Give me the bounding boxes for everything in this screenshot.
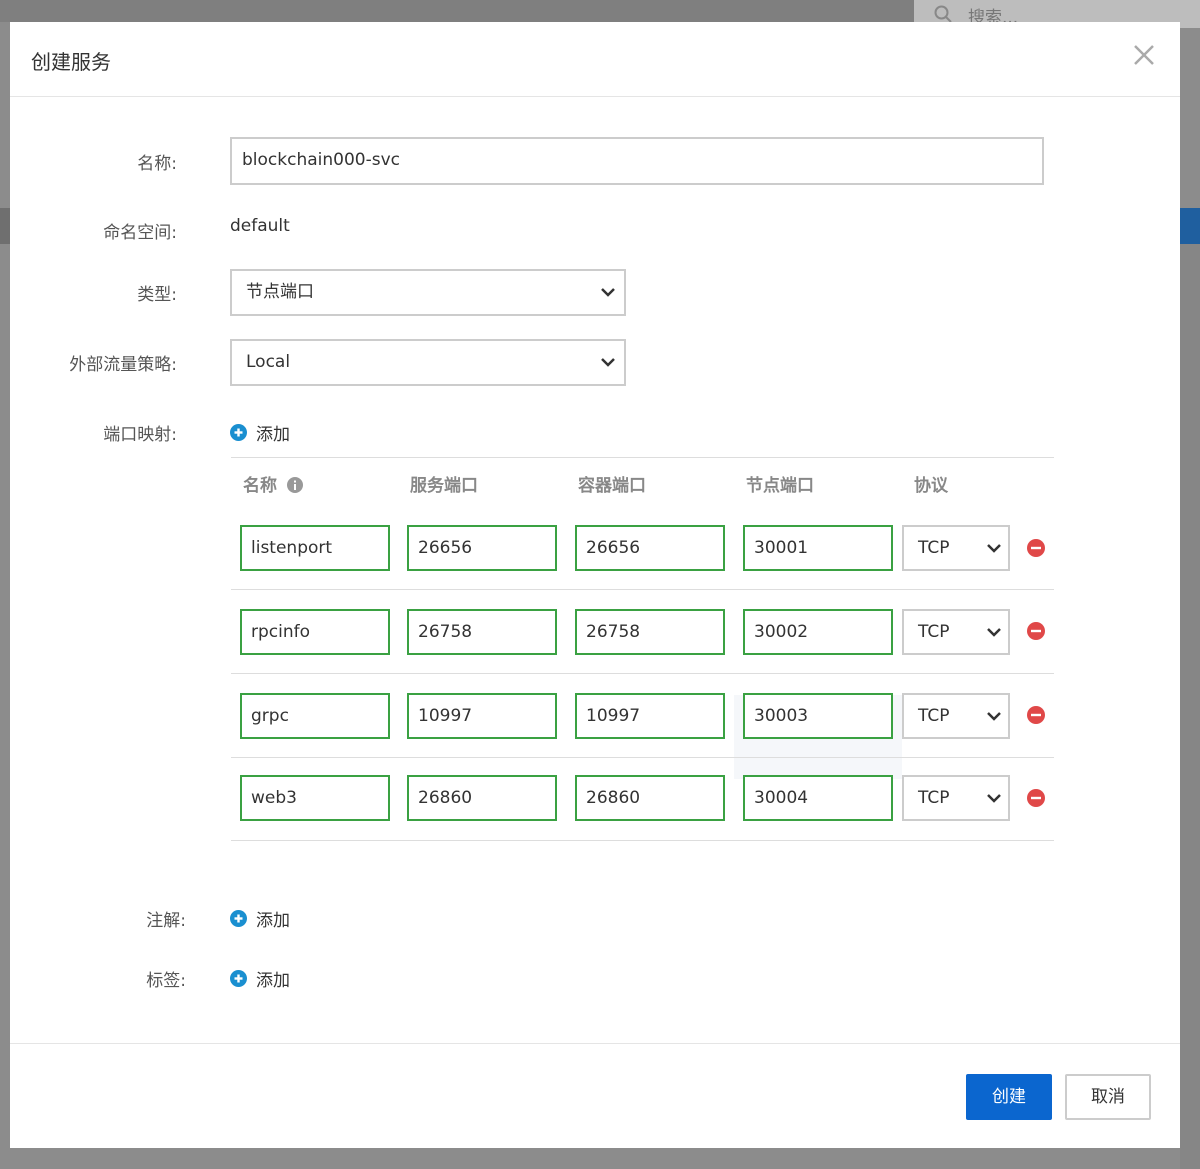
- name-label: 名称:: [137, 154, 177, 174]
- info-icon[interactable]: [286, 477, 303, 493]
- container-port-input[interactable]: 26656: [575, 525, 725, 571]
- traffic-policy-label: 外部流量策略:: [69, 355, 177, 375]
- dialog-title: 创建服务: [31, 50, 111, 74]
- chevron-down-icon: [601, 358, 615, 367]
- chevron-down-icon: [601, 288, 615, 297]
- node-port-input[interactable]: 30002: [743, 609, 893, 655]
- service-port-input[interactable]: 26860: [407, 775, 557, 821]
- protocol-select[interactable]: TCP: [902, 525, 1010, 571]
- name-input[interactable]: blockchain000-svc: [230, 137, 1044, 185]
- plus-circle-icon: [230, 970, 247, 987]
- container-port-input[interactable]: 26860: [575, 775, 725, 821]
- header-container-port: 容器端口: [578, 476, 646, 496]
- background-right-strip: [1180, 208, 1200, 244]
- service-port-input[interactable]: 26656: [407, 525, 557, 571]
- tags-label: 标签:: [146, 971, 186, 991]
- annotations-label: 注解:: [146, 911, 186, 931]
- remove-row-icon[interactable]: [1027, 622, 1045, 640]
- port-mapping-label: 端口映射:: [103, 425, 177, 445]
- plus-circle-icon: [230, 910, 247, 927]
- protocol-select[interactable]: TCP: [902, 693, 1010, 739]
- create-button[interactable]: 创建: [966, 1074, 1052, 1120]
- port-name-input[interactable]: web3: [240, 775, 390, 821]
- chevron-down-icon: [987, 628, 1001, 637]
- background-right-panel: [1180, 244, 1200, 1169]
- node-port-input[interactable]: 30003: [743, 693, 893, 739]
- close-icon[interactable]: [1131, 42, 1157, 68]
- protocol-select[interactable]: TCP: [902, 609, 1010, 655]
- type-select[interactable]: 节点端口: [230, 269, 626, 316]
- protocol-value: TCP: [918, 788, 950, 808]
- dialog-footer: 创建 取消: [10, 1043, 1180, 1148]
- header-node-port: 节点端口: [746, 476, 814, 496]
- dialog-header: 创建服务: [10, 22, 1180, 97]
- header-name: 名称: [243, 471, 303, 496]
- protocol-value: TCP: [918, 622, 950, 642]
- namespace-label: 命名空间:: [103, 223, 177, 243]
- row-divider: [231, 673, 1054, 674]
- protocol-value: TCP: [918, 538, 950, 558]
- namespace-value: default: [230, 216, 290, 236]
- port-name-input[interactable]: grpc: [240, 693, 390, 739]
- node-port-input[interactable]: 30001: [743, 525, 893, 571]
- table-bottom-divider: [231, 840, 1054, 841]
- add-annotation-button[interactable]: 添加: [230, 906, 290, 931]
- add-tag-button[interactable]: 添加: [230, 966, 290, 991]
- table-divider: [231, 457, 1054, 458]
- remove-row-icon[interactable]: [1027, 706, 1045, 724]
- protocol-value: TCP: [918, 706, 950, 726]
- search-icon: [934, 5, 952, 23]
- type-label: 类型:: [137, 285, 177, 305]
- node-port-input[interactable]: 30004: [743, 775, 893, 821]
- plus-circle-icon: [230, 424, 247, 441]
- service-port-input[interactable]: 10997: [407, 693, 557, 739]
- traffic-policy-select[interactable]: Local: [230, 339, 626, 386]
- chevron-down-icon: [987, 794, 1001, 803]
- service-port-input[interactable]: 26758: [407, 609, 557, 655]
- add-port-label: 添加: [256, 425, 290, 445]
- container-port-input[interactable]: 26758: [575, 609, 725, 655]
- cancel-button[interactable]: 取消: [1065, 1074, 1151, 1120]
- row-divider: [231, 589, 1054, 590]
- chevron-down-icon: [987, 544, 1001, 553]
- add-tag-label: 添加: [256, 971, 290, 991]
- header-protocol: 协议: [914, 476, 948, 496]
- add-annotation-label: 添加: [256, 911, 290, 931]
- port-name-input[interactable]: rpcinfo: [240, 609, 390, 655]
- remove-row-icon[interactable]: [1027, 789, 1045, 807]
- port-name-input[interactable]: listenport: [240, 525, 390, 571]
- add-port-button[interactable]: 添加: [230, 420, 290, 445]
- protocol-select[interactable]: TCP: [902, 775, 1010, 821]
- row-divider: [231, 757, 1054, 758]
- container-port-input[interactable]: 10997: [575, 693, 725, 739]
- create-service-dialog: 创建服务 名称: blockchain000-svc 命名空间: default…: [10, 22, 1180, 1148]
- type-select-value: 节点端口: [246, 282, 314, 302]
- header-name-text: 名称: [243, 476, 277, 496]
- traffic-policy-value: Local: [246, 352, 291, 372]
- header-service-port: 服务端口: [410, 476, 478, 496]
- chevron-down-icon: [987, 712, 1001, 721]
- remove-row-icon[interactable]: [1027, 539, 1045, 557]
